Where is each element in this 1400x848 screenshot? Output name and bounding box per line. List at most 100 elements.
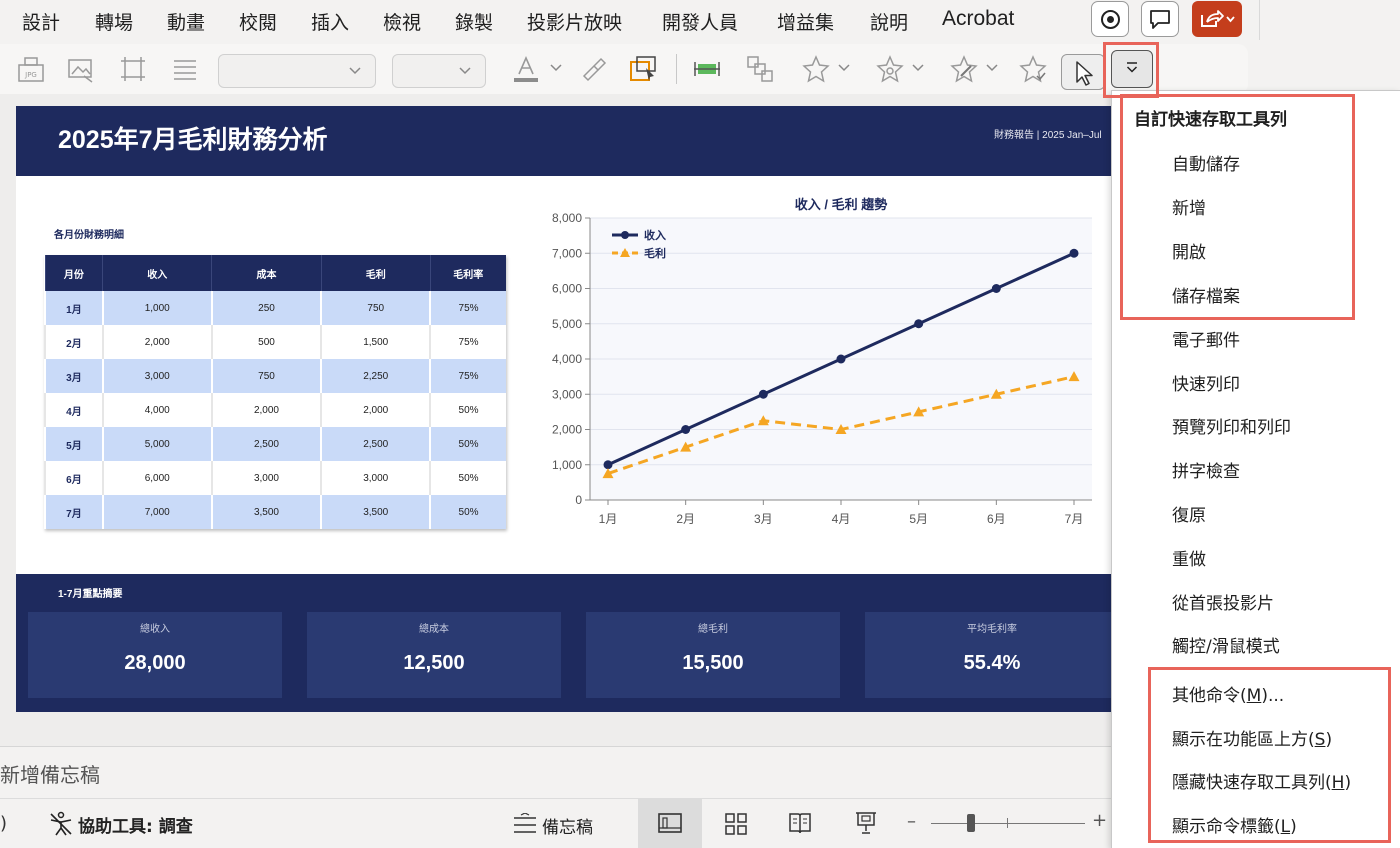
cursor-arrow-icon [1076,61,1093,86]
zoom-in-button[interactable]: + [1092,810,1107,831]
menu-item-show-above-ribbon[interactable]: 顯示在功能區上方(S) [1172,725,1332,750]
star-effect-icon[interactable] [801,54,831,84]
shape-select-icon[interactable] [628,54,658,84]
font-color-icon[interactable] [511,54,541,84]
tab-animations[interactable]: 動畫 [167,8,205,35]
chevron-down-icon[interactable] [986,64,998,72]
share-button[interactable] [1192,1,1242,37]
star-pen-icon[interactable] [949,54,979,84]
slide-subtitle[interactable]: 財務報告 | 2025 Jan–Jul [994,126,1102,141]
table-cell: 50% [429,495,506,529]
tab-transitions[interactable]: 轉場 [95,8,133,35]
table-cell: 2,500 [320,427,431,461]
menu-item-open[interactable]: 開啟 [1172,238,1206,263]
comments-button[interactable] [1141,1,1179,37]
align-distribute-icon[interactable] [692,54,722,84]
menu-item-new[interactable]: 新增 [1172,194,1206,219]
font-size-dropdown[interactable] [392,54,486,88]
menu-item-touch-mode[interactable]: 觸控/滑鼠模式 [1172,632,1280,657]
crop-icon[interactable] [118,54,148,84]
accelerator-key: L [1280,817,1291,837]
chevron-down-icon[interactable] [838,64,850,72]
header-cost: 成本 [211,255,322,291]
line-chart[interactable]: 0 1,000 2,000 3,000 4,000 5,000 6,000 7,000 8,00… [526,186,1116,546]
star-check-icon[interactable] [1018,54,1048,84]
x-tick-label: 6月 [987,512,1006,526]
toolbar-divider [676,54,677,84]
table-cell: 3,000 [210,461,322,495]
chevron-down-icon[interactable] [912,64,924,72]
summary-card-profit: 總毛利 15,500 [586,612,840,698]
table-row: 5月 5,000 2,500 2,500 50% [44,427,506,461]
menu-item-autosave[interactable]: 自動儲存 [1172,150,1240,175]
menu-item-show-command-labels[interactable]: 顯示命令標籤(L) [1172,812,1297,837]
table-cell: 50% [429,393,506,427]
zoom-slider-thumb[interactable] [967,814,975,832]
zoom-slider[interactable] [931,823,1085,824]
slide-sorter-button[interactable] [704,799,768,848]
star-gear-icon[interactable] [875,54,905,84]
change-picture-icon[interactable] [66,54,96,84]
y-tick-label: 5,000 [552,317,582,331]
summary-card-margin: 平均毛利率 55.4% [865,612,1116,698]
tab-view[interactable]: 檢視 [383,8,421,35]
card-label: 總收入 [140,624,170,635]
menu-item-from-beginning[interactable]: 從首張投影片 [1172,589,1274,614]
align-text-icon[interactable] [170,54,200,84]
financial-table[interactable]: 月份 收入 成本 毛利 毛利率 1月 1,000 250 750 75% 2月 2,000 5… [44,255,506,529]
tab-slideshow[interactable]: 投影片放映 [527,8,622,35]
slide-title[interactable]: 2025年7月毛利財務分析 [58,120,328,156]
tab-addins[interactable]: 增益集 [777,8,834,35]
table-cell: 5,000 [101,427,212,461]
table-cell: 1月 [44,291,103,325]
record-button[interactable] [1091,1,1129,37]
arrange-icon[interactable] [745,54,775,84]
notes-pane[interactable]: 新增備忘稿 [0,746,1112,798]
font-family-dropdown[interactable] [218,54,376,88]
tab-insert[interactable]: 插入 [311,8,349,35]
card-label: 總毛利 [698,624,728,635]
reading-view-button[interactable] [768,799,832,848]
table-cell: 750 [210,359,322,393]
jpg-picture-icon[interactable]: JPG [16,54,46,84]
menu-text: 隱藏快速存取工具列( [1172,773,1332,793]
menu-item-save[interactable]: 儲存檔案 [1172,282,1240,307]
x-tick-label: 3月 [754,512,773,526]
tab-developer[interactable]: 開發人員 [662,8,738,35]
legend-label: 收入 [644,228,666,242]
zoom-out-button[interactable]: – [907,811,916,832]
normal-view-button[interactable] [638,799,702,848]
grid-view-icon [725,813,747,835]
select-cursor-button[interactable] [1061,54,1105,90]
book-icon [789,813,811,834]
format-painter-icon[interactable] [578,54,608,84]
summary-card-cost: 總成本 12,500 [307,612,561,698]
menu-item-quick-print[interactable]: 快速列印 [1172,370,1240,395]
chevron-down-icon[interactable] [550,64,562,72]
slideshow-button[interactable] [834,799,898,848]
svg-text:JPG: JPG [24,71,37,79]
tab-review[interactable]: 校閱 [239,8,277,35]
notes-placeholder[interactable]: 新增備忘稿 [0,759,100,788]
menu-item-print-preview[interactable]: 預覽列印和列印 [1172,413,1291,438]
accessibility-icon[interactable] [48,811,74,837]
menu-item-email[interactable]: 電子郵件 [1172,326,1240,351]
table-caption: 各月份財務明細 [54,230,124,241]
x-tick-label: 5月 [909,512,928,526]
tab-design[interactable]: 設計 [22,8,60,35]
customize-qat-button[interactable] [1111,50,1153,88]
menu-item-spelling[interactable]: 拼字檢查 [1172,457,1240,482]
slide[interactable]: 2025年7月毛利財務分析 財務報告 | 2025 Jan–Jul 各月份財務明… [16,106,1116,712]
menu-item-hide-qat[interactable]: 隱藏快速存取工具列(H) [1172,768,1351,793]
tab-record[interactable]: 錄製 [455,8,493,35]
accessibility-status[interactable]: 協助工具: 調查 [78,812,193,837]
chevron-down-icon [1126,62,1138,73]
tab-acrobat[interactable]: Acrobat [942,7,1014,31]
table-cell: 1,000 [101,291,212,325]
chart-title: 收入 / 毛利 趨勢 [795,197,887,212]
table-cell: 5月 [44,427,103,461]
menu-item-redo[interactable]: 重做 [1172,545,1206,570]
tab-help[interactable]: 說明 [870,8,908,35]
menu-item-more-commands[interactable]: 其他命令(M)... [1172,681,1284,706]
menu-item-undo[interactable]: 復原 [1172,501,1206,526]
